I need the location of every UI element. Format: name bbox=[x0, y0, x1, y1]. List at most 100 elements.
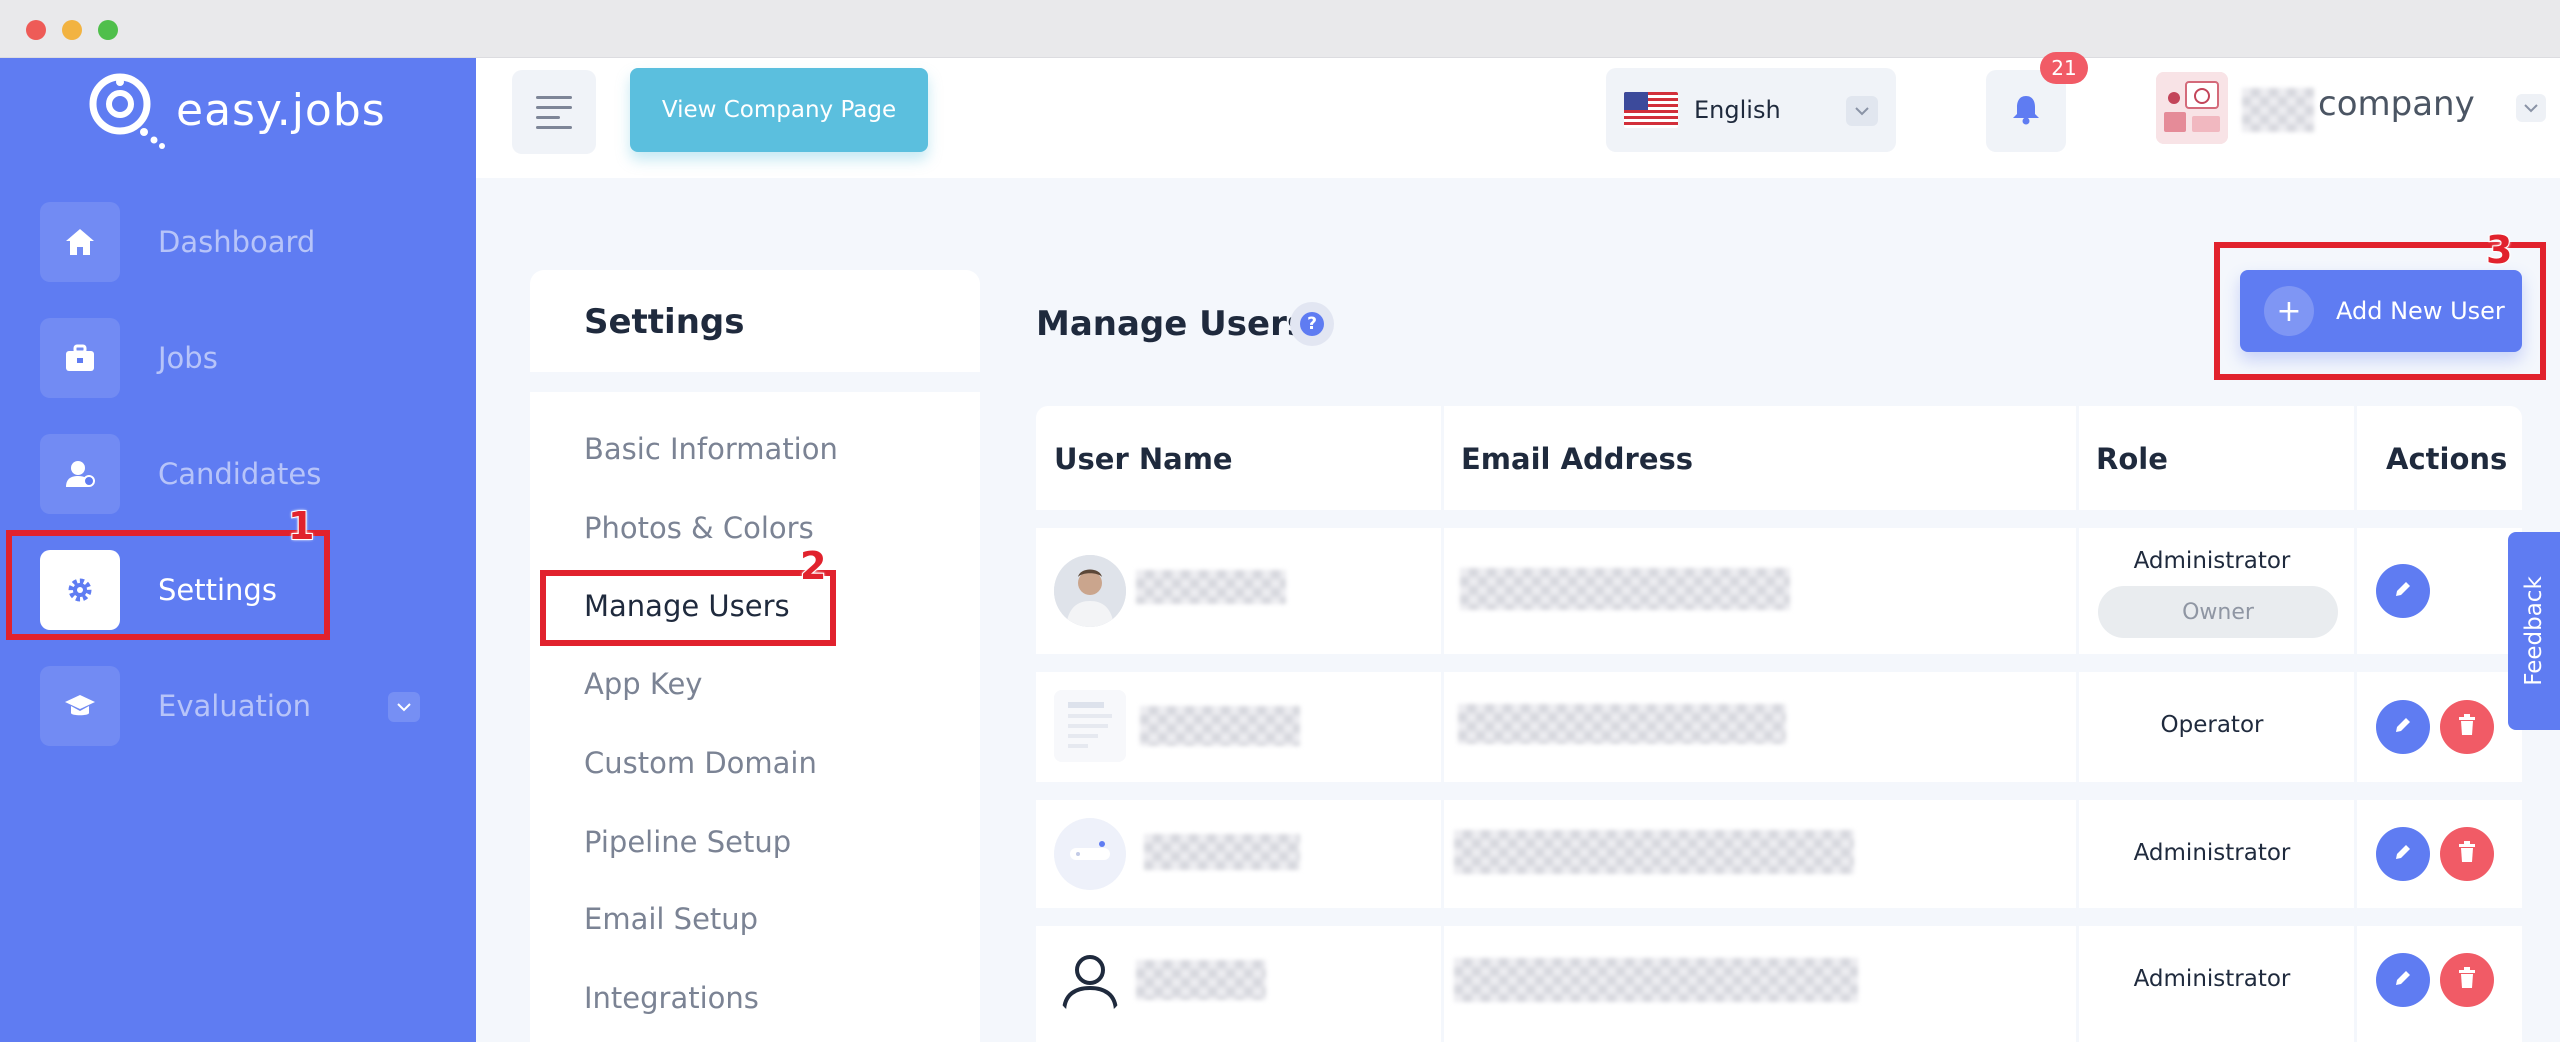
maximize-window-button[interactable] bbox=[98, 20, 118, 40]
table-row: Operator bbox=[1036, 672, 2522, 782]
brand-name: easy.jobs bbox=[176, 84, 386, 136]
blurred-user-name bbox=[1144, 834, 1300, 870]
edit-user-button[interactable] bbox=[2376, 700, 2430, 754]
column-divider bbox=[1441, 672, 1444, 782]
chevron-down-icon bbox=[1846, 96, 1878, 126]
delete-user-button[interactable] bbox=[2440, 953, 2494, 1007]
user-avatar[interactable] bbox=[1054, 818, 1126, 890]
column-divider bbox=[1441, 406, 1444, 510]
sidebar-item-evaluation[interactable]: Evaluation bbox=[40, 666, 440, 746]
user-avatar[interactable] bbox=[1054, 946, 1126, 1018]
column-divider bbox=[2076, 406, 2079, 510]
table-row: Administrator bbox=[1036, 926, 2522, 1042]
blurred-user-name bbox=[1136, 570, 1286, 604]
blurred-company-name bbox=[2242, 88, 2314, 132]
step-marker-1: 1 bbox=[287, 503, 315, 549]
role-label: Operator bbox=[2160, 712, 2264, 738]
view-company-page-button[interactable]: View Company Page bbox=[630, 68, 928, 152]
briefcase-icon bbox=[40, 318, 120, 398]
trash-icon bbox=[2456, 966, 2478, 994]
sidebar-item-candidates[interactable]: Candidates bbox=[40, 434, 440, 514]
sidebar-item-label: Candidates bbox=[158, 457, 322, 491]
highlight-box-settings bbox=[6, 530, 330, 640]
owner-badge: Owner bbox=[2098, 586, 2338, 638]
blurred-user-name bbox=[1136, 960, 1266, 1000]
step-marker-3: 3 bbox=[2485, 227, 2513, 273]
settings-item-integrations[interactable]: Integrations bbox=[584, 981, 759, 1015]
column-divider bbox=[2354, 406, 2357, 510]
settings-item-basic-information[interactable]: Basic Information bbox=[584, 432, 838, 466]
sidebar-item-jobs[interactable]: Jobs bbox=[40, 318, 440, 398]
highlight-box-manage-users bbox=[540, 570, 836, 646]
company-avatar[interactable] bbox=[2156, 72, 2228, 144]
column-divider bbox=[2354, 672, 2357, 782]
language-selector[interactable]: English bbox=[1606, 68, 1896, 152]
logo-icon bbox=[82, 70, 172, 150]
page-title: Manage Users bbox=[1036, 304, 1308, 344]
step-marker-2: 2 bbox=[799, 543, 827, 589]
trash-icon bbox=[2456, 840, 2478, 868]
user-avatar[interactable] bbox=[1054, 555, 1126, 627]
settings-item-pipeline-setup[interactable]: Pipeline Setup bbox=[584, 825, 791, 859]
users-table-header: User Name Email Address Role Actions bbox=[1036, 406, 2522, 510]
chevron-down-icon[interactable] bbox=[2516, 94, 2546, 122]
column-header-role: Role bbox=[2096, 442, 2168, 476]
column-header-email: Email Address bbox=[1461, 442, 1694, 476]
home-icon bbox=[40, 202, 120, 282]
top-bar: View Company Page English 21 company bbox=[476, 52, 2560, 178]
window-titlebar bbox=[0, 0, 2560, 58]
blurred-email bbox=[1458, 704, 1786, 744]
role-label: Administrator bbox=[2133, 548, 2291, 574]
chevron-down-icon[interactable] bbox=[388, 692, 420, 722]
pencil-icon bbox=[2392, 578, 2414, 604]
column-divider bbox=[1441, 800, 1444, 908]
edit-user-button[interactable] bbox=[2376, 827, 2430, 881]
settings-panel-header: Settings bbox=[530, 270, 980, 372]
graduation-cap-icon bbox=[40, 666, 120, 746]
bell-icon bbox=[2011, 93, 2041, 129]
role-label: Administrator bbox=[2133, 966, 2291, 992]
blurred-user-name bbox=[1140, 706, 1300, 746]
trash-icon bbox=[2456, 713, 2478, 741]
feedback-tab[interactable]: Feedback bbox=[2508, 532, 2560, 730]
menu-toggle-button[interactable] bbox=[512, 70, 596, 154]
settings-item-photos-colors[interactable]: Photos & Colors bbox=[584, 511, 814, 545]
feedback-label: Feedback bbox=[2521, 576, 2547, 686]
table-row: Administrator bbox=[1036, 800, 2522, 908]
us-flag-icon bbox=[1624, 92, 1678, 128]
edit-user-button[interactable] bbox=[2376, 953, 2430, 1007]
role-label: Administrator bbox=[2133, 840, 2291, 866]
column-header-user-name: User Name bbox=[1054, 442, 1233, 476]
minimize-window-button[interactable] bbox=[62, 20, 82, 40]
column-divider bbox=[2076, 528, 2079, 654]
delete-user-button[interactable] bbox=[2440, 827, 2494, 881]
pencil-icon bbox=[2392, 967, 2414, 993]
column-header-actions: Actions bbox=[2386, 442, 2508, 476]
pencil-icon bbox=[2392, 841, 2414, 867]
settings-item-custom-domain[interactable]: Custom Domain bbox=[584, 746, 817, 780]
language-label: English bbox=[1694, 96, 1781, 124]
user-avatar[interactable] bbox=[1054, 690, 1126, 762]
blurred-email bbox=[1460, 568, 1790, 610]
sidebar-item-label: Jobs bbox=[158, 341, 218, 375]
settings-item-email-setup[interactable]: Email Setup bbox=[584, 902, 758, 936]
settings-title: Settings bbox=[584, 302, 745, 342]
column-divider bbox=[1441, 926, 1444, 1042]
settings-menu: Basic Information Photos & Colors Manage… bbox=[530, 392, 980, 1042]
sidebar-item-label: Dashboard bbox=[158, 225, 316, 259]
blurred-email bbox=[1454, 958, 1858, 1002]
delete-user-button[interactable] bbox=[2440, 700, 2494, 754]
notification-count-badge: 21 bbox=[2040, 52, 2088, 84]
sidebar-item-label: Evaluation bbox=[158, 689, 312, 723]
close-window-button[interactable] bbox=[26, 20, 46, 40]
settings-item-app-key[interactable]: App Key bbox=[584, 667, 702, 701]
help-icon[interactable]: ? bbox=[1290, 302, 1334, 346]
company-name: company bbox=[2318, 84, 2475, 124]
column-divider bbox=[2354, 926, 2357, 1042]
column-divider bbox=[2354, 528, 2357, 654]
edit-user-button[interactable] bbox=[2376, 564, 2430, 618]
brand-logo[interactable]: easy.jobs bbox=[82, 70, 386, 150]
sidebar-item-dashboard[interactable]: Dashboard bbox=[40, 202, 440, 282]
blurred-email bbox=[1454, 830, 1854, 874]
column-divider bbox=[2354, 800, 2357, 908]
